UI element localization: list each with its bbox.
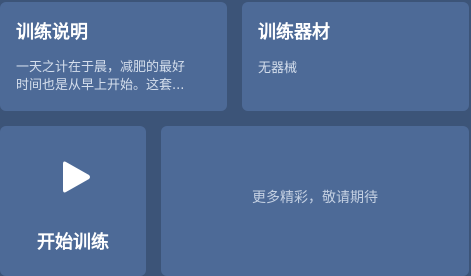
training-instructions-description-line-2: 时间也是从早上开始。这套... <box>16 78 185 93</box>
coming-soon-text: 更多精彩，敬请期待 <box>252 190 378 206</box>
training-equipment-title: 训练器材 <box>258 22 330 43</box>
training-instructions-card[interactable]: 训练说明 一天之计在于晨，减肥的最好 时间也是从早上开始。这套... <box>0 2 227 111</box>
start-training-button[interactable]: 开始训练 <box>0 126 146 276</box>
training-equipment-description: 无器械 <box>258 61 298 76</box>
training-instructions-description: 一天之计在于晨，减肥的最好 时间也是从早上开始。这套... <box>16 59 216 95</box>
start-training-label: 开始训练 <box>37 232 109 253</box>
training-instructions-description-line-1: 一天之计在于晨，减肥的最好 <box>16 60 186 75</box>
coming-soon-card: 更多精彩，敬请期待 <box>161 126 469 276</box>
training-instructions-title: 训练说明 <box>16 22 88 43</box>
play-icon <box>63 161 90 193</box>
training-equipment-card[interactable]: 训练器材 无器械 <box>242 2 469 111</box>
